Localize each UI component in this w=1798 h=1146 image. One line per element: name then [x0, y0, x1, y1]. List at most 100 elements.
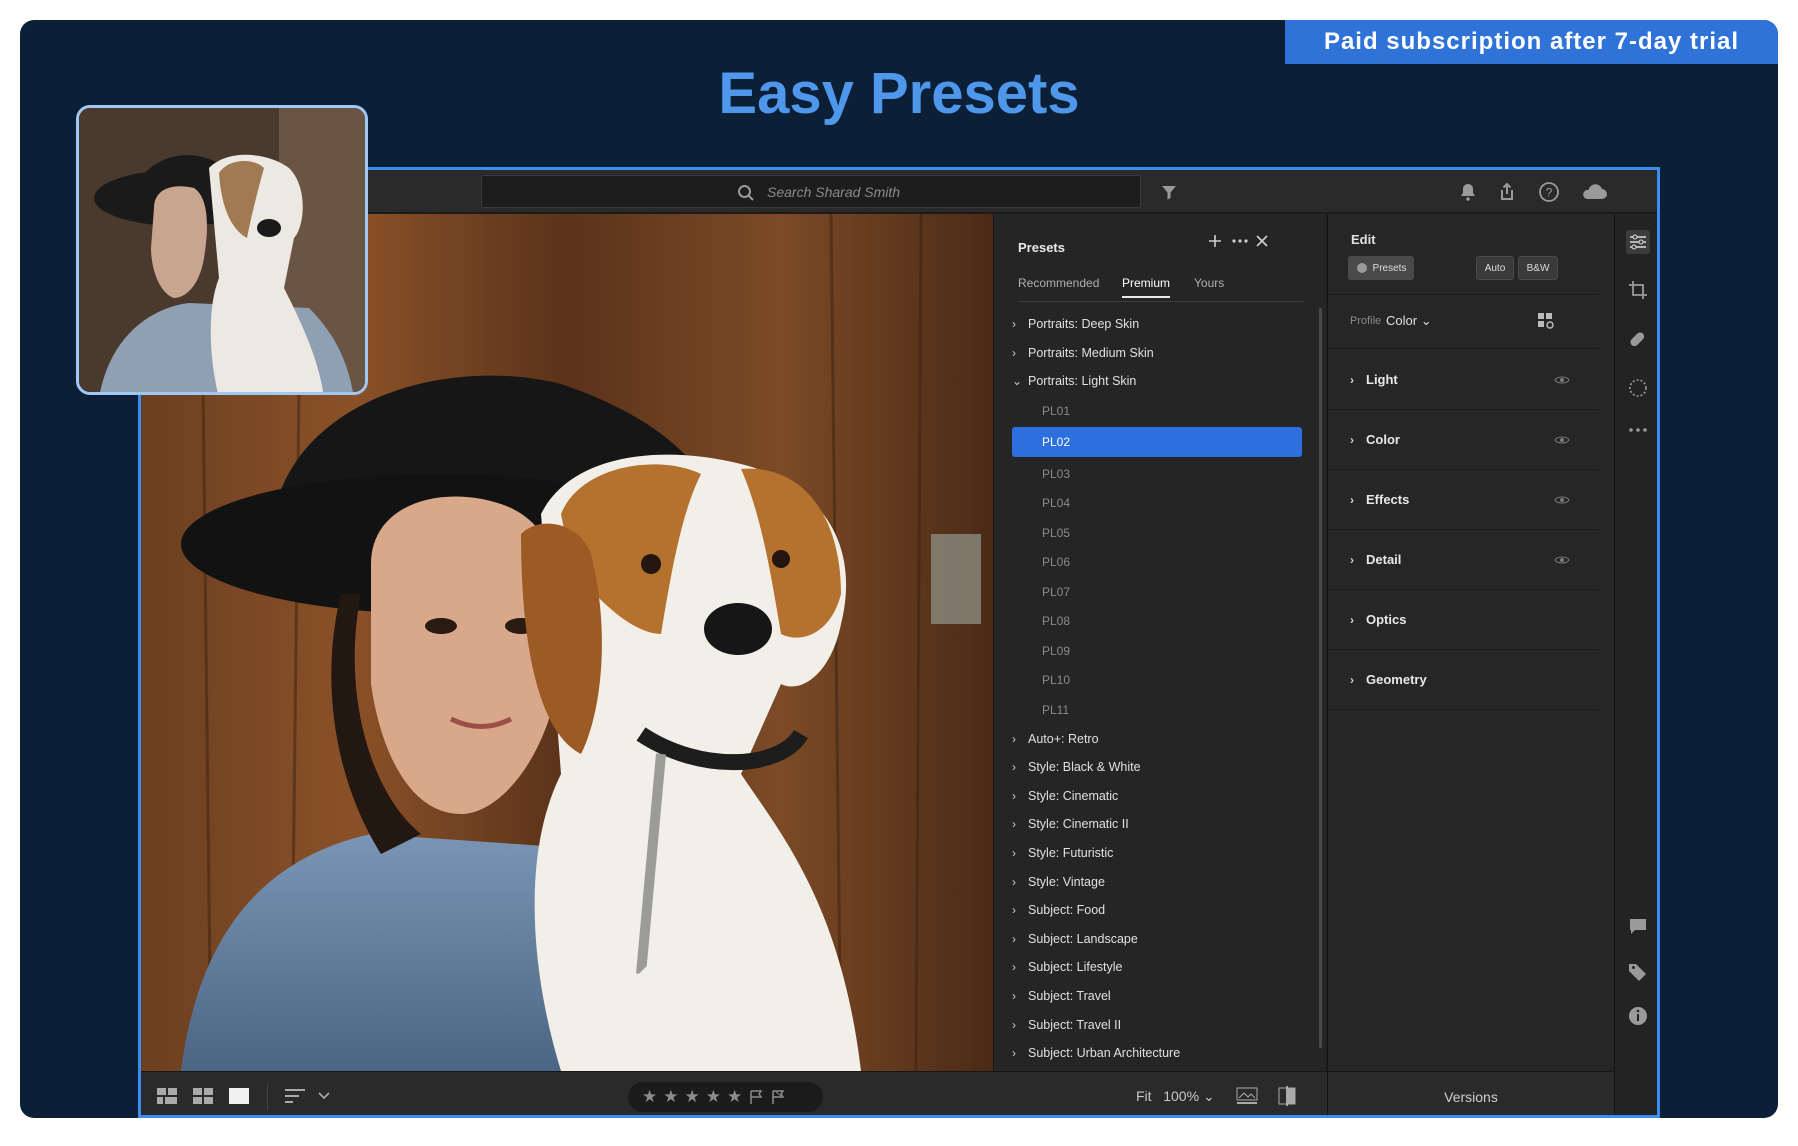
before-after-icon[interactable] [1236, 1086, 1258, 1106]
zoom-control[interactable]: Fit 100% ⌄ [1136, 1088, 1215, 1105]
eye-icon[interactable] [1554, 374, 1570, 386]
preset-item[interactable]: PL07 [1012, 577, 1302, 607]
preset-group-label: Subject: Travel [1028, 988, 1111, 1003]
eye-icon[interactable] [1554, 434, 1570, 446]
chevron-right-icon: › [1350, 672, 1354, 687]
search-input[interactable]: Search Sharad Smith [481, 175, 1141, 208]
preset-group-label: Style: Vintage [1028, 874, 1105, 889]
preset-group[interactable]: › Subject: Landscape [1012, 924, 1302, 953]
tag-icon[interactable] [1626, 960, 1650, 984]
presets-title: Presets [1018, 240, 1065, 255]
more-icon[interactable] [1231, 234, 1249, 248]
preset-item[interactable]: PL09 [1012, 636, 1302, 666]
tab-recommended[interactable]: Recommended [1018, 276, 1099, 290]
chevron-right-icon: › [1012, 874, 1016, 889]
crop-icon[interactable] [1626, 278, 1650, 302]
preset-group[interactable]: › Style: Vintage [1012, 867, 1302, 896]
tab-yours[interactable]: Yours [1194, 276, 1224, 290]
preset-group-expanded[interactable]: ⌄ Portraits: Light Skin [1012, 367, 1302, 396]
search-icon [738, 185, 754, 201]
info-icon[interactable] [1626, 1004, 1650, 1028]
preset-group[interactable]: › Style: Black & White [1012, 753, 1302, 782]
grid-view-icon[interactable] [157, 1088, 177, 1104]
section-effects[interactable]: › Effects [1328, 470, 1598, 530]
auto-button[interactable]: Auto [1476, 256, 1514, 280]
preset-group[interactable]: › Subject: Travel II [1012, 1010, 1302, 1039]
preset-item[interactable]: PL04 [1012, 488, 1302, 518]
chevron-down-icon[interactable] [318, 1092, 330, 1100]
edit-panel: Edit Presets Auto B&W Profile Color ⌄ › L… [1327, 214, 1614, 1071]
section-geometry[interactable]: › Geometry [1328, 650, 1598, 710]
preset-group[interactable]: › Style: Futuristic [1012, 839, 1302, 868]
close-icon[interactable] [1256, 235, 1268, 247]
star-icon[interactable]: ★ [663, 1087, 678, 1107]
chevron-right-icon: › [1012, 1046, 1016, 1061]
preset-item-selected[interactable]: PL02 [1012, 427, 1302, 457]
preset-item[interactable]: PL05 [1012, 518, 1302, 548]
chevron-right-icon: › [1012, 845, 1016, 860]
preset-group[interactable]: › Subject: Urban Architecture [1012, 1039, 1302, 1068]
filter-icon[interactable] [1157, 180, 1181, 204]
preset-group-label: Subject: Travel II [1028, 1017, 1122, 1032]
share-icon[interactable] [1495, 180, 1519, 204]
bell-icon[interactable] [1456, 180, 1480, 204]
presets-scrollbar[interactable] [1319, 308, 1322, 1048]
preset-item[interactable]: PL01 [1012, 396, 1302, 426]
section-light[interactable]: › Light [1328, 350, 1598, 410]
star-icon[interactable]: ★ [727, 1087, 742, 1107]
presets-button-label: Presets [1372, 262, 1407, 274]
flag-reject-icon[interactable] [770, 1089, 786, 1105]
chevron-right-icon: › [1012, 317, 1016, 332]
add-icon[interactable] [1208, 234, 1222, 248]
trial-banner: Paid subscription after 7-day trial [1285, 20, 1778, 64]
chevron-right-icon: › [1012, 760, 1016, 775]
preset-group[interactable]: › Auto+: Retro [1012, 724, 1302, 753]
chevron-right-icon: › [1012, 788, 1016, 803]
more-tools-icon[interactable] [1626, 418, 1650, 442]
preset-group[interactable]: › Portraits: Medium Skin [1012, 339, 1302, 368]
preset-group-label: Style: Futuristic [1028, 845, 1114, 860]
preset-item[interactable]: PL06 [1012, 547, 1302, 577]
preset-group[interactable]: › Portraits: Deep Skin [1012, 310, 1302, 339]
section-label: Geometry [1366, 672, 1427, 687]
star-icon[interactable]: ★ [706, 1087, 721, 1107]
preset-group[interactable]: › Style: Cinematic II [1012, 810, 1302, 839]
sliders-icon[interactable] [1626, 230, 1650, 254]
preset-item[interactable]: PL08 [1012, 606, 1302, 636]
preset-group[interactable]: › Subject: Food [1012, 896, 1302, 925]
eye-icon[interactable] [1554, 494, 1570, 506]
top-toolbar: Search Sharad Smith ? [141, 170, 1657, 213]
sort-icon[interactable] [285, 1088, 307, 1104]
presets-toggle-button[interactable]: Presets [1348, 256, 1414, 280]
preset-group[interactable]: › Subject: Travel [1012, 982, 1302, 1011]
square-grid-icon[interactable] [193, 1088, 213, 1104]
zoom-value: 100% [1163, 1088, 1200, 1104]
preset-group[interactable]: › Style: Cinematic [1012, 781, 1302, 810]
star-icon[interactable]: ★ [642, 1087, 657, 1107]
cloud-icon[interactable] [1579, 180, 1609, 204]
preset-group[interactable]: › Subject: Lifestyle [1012, 953, 1302, 982]
profile-select[interactable]: Color ⌄ [1386, 313, 1432, 329]
chevron-down-icon: ⌄ [1012, 374, 1023, 389]
section-color[interactable]: › Color [1328, 410, 1598, 470]
star-icon[interactable]: ★ [685, 1087, 700, 1107]
eye-icon[interactable] [1554, 554, 1570, 566]
flag-pick-icon[interactable] [748, 1089, 764, 1105]
comment-icon[interactable] [1626, 914, 1650, 938]
chevron-right-icon: › [1012, 988, 1016, 1003]
profile-browser-icon[interactable] [1536, 311, 1556, 331]
preset-item[interactable]: PL03 [1012, 459, 1302, 489]
preset-group-label: Subject: Lifestyle [1028, 960, 1123, 975]
preset-item[interactable]: PL11 [1012, 695, 1302, 725]
bw-button[interactable]: B&W [1518, 256, 1558, 280]
section-detail[interactable]: › Detail [1328, 530, 1598, 590]
versions-button[interactable]: Versions [1327, 1071, 1614, 1115]
compare-icon[interactable] [1277, 1086, 1297, 1106]
tab-premium[interactable]: Premium [1122, 276, 1171, 298]
detail-view-icon[interactable] [229, 1088, 249, 1104]
section-optics[interactable]: › Optics [1328, 590, 1598, 650]
preset-item[interactable]: PL10 [1012, 665, 1302, 695]
help-icon[interactable]: ? [1537, 180, 1561, 204]
masking-icon[interactable] [1626, 376, 1650, 400]
healing-brush-icon[interactable] [1626, 328, 1650, 352]
